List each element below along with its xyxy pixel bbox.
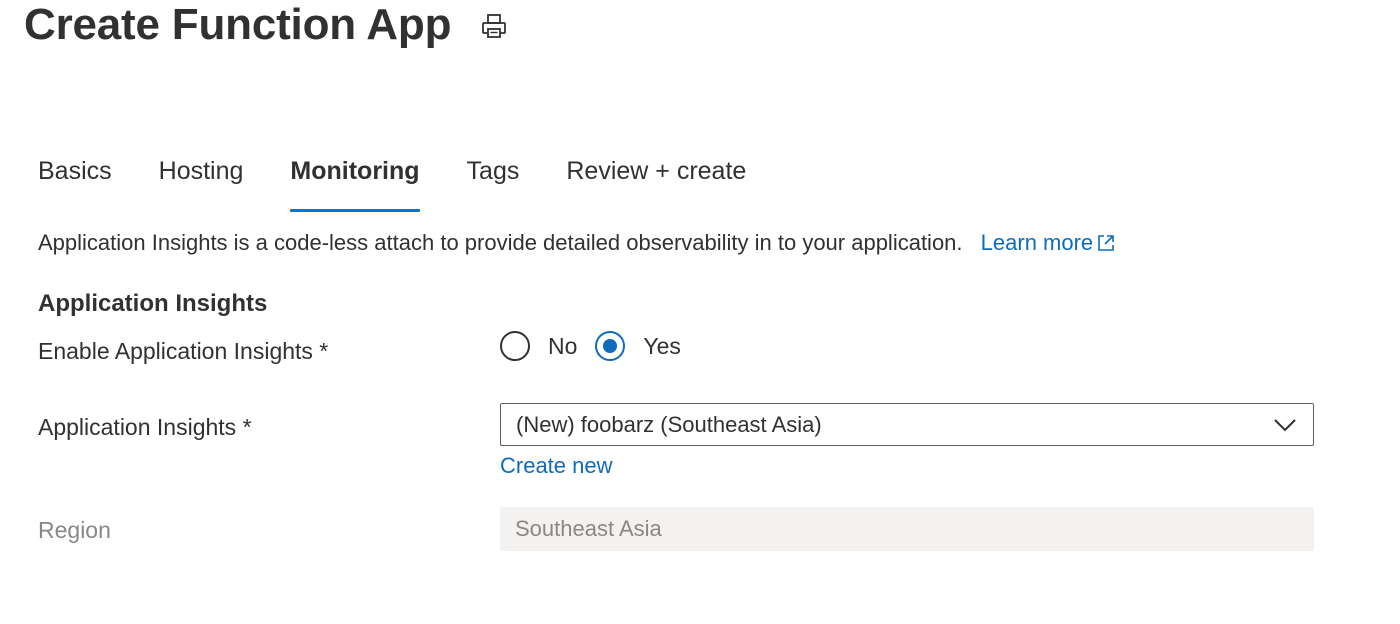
chevron-down-icon (1274, 419, 1296, 432)
tab-tags[interactable]: Tags (467, 152, 520, 202)
description: Application Insights is a code-less atta… (38, 228, 1115, 258)
print-button[interactable] (480, 12, 508, 40)
radio-yes-circle[interactable] (595, 331, 626, 361)
tab-hosting[interactable]: Hosting (159, 152, 244, 202)
radio-option-yes[interactable]: Yes (595, 331, 681, 361)
section-title: Application Insights (38, 290, 268, 317)
radio-no-circle[interactable] (500, 331, 530, 361)
region-label: Region (38, 517, 111, 543)
tab-monitoring[interactable]: Monitoring (290, 152, 420, 212)
radio-yes-label: Yes (643, 332, 681, 359)
external-link-icon (1098, 235, 1114, 251)
app-insights-selected-value: (New) foobarz (Southeast Asia) (516, 412, 822, 437)
tab-review-create[interactable]: Review + create (566, 152, 746, 202)
learn-more-label: Learn more (980, 230, 1094, 255)
learn-more-link[interactable]: Learn more (981, 230, 1116, 255)
region-field: Southeast Asia (500, 507, 1314, 551)
enable-insights-radio-group: No Yes (500, 328, 699, 364)
print-icon (482, 14, 506, 38)
create-function-app-page: Create Function App Basics Hosting Monit… (0, 0, 1400, 624)
app-insights-dropdown[interactable]: (New) foobarz (Southeast Asia) (500, 403, 1314, 446)
radio-no-label: No (548, 332, 578, 359)
enable-insights-label: Enable Application Insights * (38, 338, 329, 364)
create-new-link[interactable]: Create new (500, 451, 613, 481)
description-text: Application Insights is a code-less atta… (38, 230, 963, 255)
page-title: Create Function App (24, 0, 452, 49)
tab-bar: Basics Hosting Monitoring Tags Review + … (38, 152, 793, 212)
radio-option-no[interactable]: No (500, 331, 577, 361)
app-insights-label: Application Insights * (38, 414, 252, 440)
tab-basics[interactable]: Basics (38, 152, 112, 202)
region-value: Southeast Asia (515, 516, 662, 541)
